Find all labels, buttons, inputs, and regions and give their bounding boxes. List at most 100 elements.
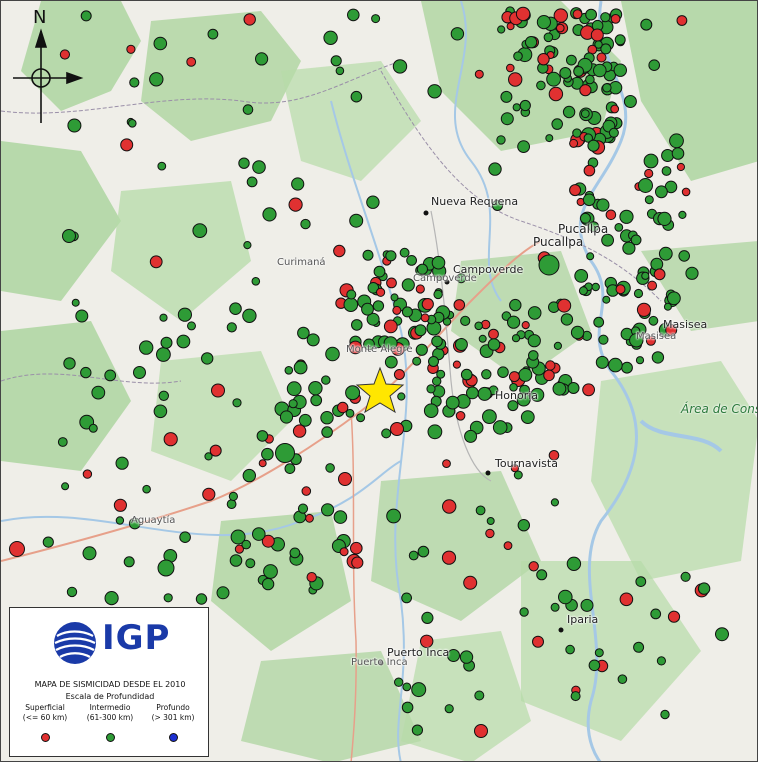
seismic-event-marker xyxy=(619,592,634,607)
seismic-event-marker xyxy=(557,298,572,313)
seismic-event-marker xyxy=(279,410,294,424)
seismic-event-marker xyxy=(460,368,473,381)
seismic-event-marker xyxy=(123,556,135,568)
seismic-event-marker xyxy=(349,213,364,228)
seismic-event-marker xyxy=(401,592,413,604)
seismic-event-marker xyxy=(301,486,312,496)
seismic-event-marker xyxy=(82,469,93,479)
seismic-event-marker xyxy=(594,40,603,49)
seismic-event-marker xyxy=(558,589,573,605)
seismic-event-marker xyxy=(474,690,485,701)
seismic-event-marker xyxy=(602,83,612,93)
seismic-event-marker xyxy=(578,286,588,296)
seismic-event-marker xyxy=(586,252,595,261)
seismic-event-marker xyxy=(635,356,645,365)
seismic-event-marker xyxy=(643,153,659,169)
seismic-event-marker xyxy=(521,321,530,330)
seismic-event-marker xyxy=(492,420,508,435)
seismic-event-marker xyxy=(289,547,301,559)
seismic-event-marker xyxy=(497,25,506,34)
seismic-event-marker xyxy=(392,305,402,315)
legend-title: MAPA DE SISMICIDAD DESDE EL 2010 xyxy=(34,680,186,689)
seismic-event-marker xyxy=(372,300,385,312)
protected-area-label: Área de Conservación Regional Imiría xyxy=(681,402,757,416)
seismic-event-marker xyxy=(633,288,644,299)
seismic-event-marker xyxy=(241,539,251,550)
seismic-event-marker xyxy=(617,674,628,685)
seismic-event-marker xyxy=(655,185,668,199)
seismic-event-marker xyxy=(153,404,168,419)
seismic-event-marker xyxy=(676,162,686,172)
seismic-event-marker xyxy=(583,164,596,177)
seismic-event-marker xyxy=(142,484,151,494)
seismic-event-marker xyxy=(209,444,222,457)
seismic-event-marker xyxy=(452,360,461,369)
seismic-event-marker xyxy=(386,508,402,524)
seismic-event-marker xyxy=(486,517,495,525)
seismic-event-marker xyxy=(678,250,691,262)
seismic-event-marker xyxy=(195,593,208,605)
seismic-event-marker xyxy=(242,308,257,323)
globe-icon xyxy=(54,622,96,664)
legend-range: (<= 60 km) xyxy=(22,713,68,722)
seismic-event-marker xyxy=(715,627,729,642)
seismic-event-marker xyxy=(288,197,303,212)
seismic-event-marker xyxy=(308,381,323,396)
seismic-event-marker xyxy=(593,63,607,78)
seismic-event-marker xyxy=(202,487,216,501)
seismic-event-marker xyxy=(226,322,237,333)
seismic-event-marker xyxy=(428,356,439,367)
seismic-event-marker xyxy=(635,576,647,587)
legend-label: Intermedio xyxy=(89,703,131,712)
seismic-event-marker xyxy=(513,51,523,62)
seismic-event-marker xyxy=(595,355,609,369)
seismic-event-marker xyxy=(520,410,535,425)
seismic-event-marker xyxy=(598,334,609,345)
seismic-event-marker xyxy=(80,10,92,22)
seismic-event-marker xyxy=(464,429,478,443)
place-label: Aguaytía xyxy=(131,515,176,526)
seismic-event-marker xyxy=(441,550,457,565)
seismic-event-marker xyxy=(650,257,664,271)
seismic-event-marker xyxy=(251,277,261,286)
seismic-event-marker xyxy=(305,513,314,523)
seismic-event-marker xyxy=(562,105,576,119)
seismic-event-marker xyxy=(613,63,627,77)
seismic-event-marker xyxy=(517,140,530,154)
seismic-event-marker xyxy=(485,528,495,539)
seismic-event-marker xyxy=(585,74,595,85)
seismic-event-marker xyxy=(383,319,398,334)
seismic-event-marker xyxy=(447,649,460,662)
seismic-event-marker xyxy=(610,14,621,24)
seismic-event-marker xyxy=(321,503,335,517)
place-label: Monte Alegre xyxy=(346,344,413,355)
legend-superficial: Superficial (<= 60 km) xyxy=(12,703,78,723)
seismic-event-marker xyxy=(605,209,617,221)
seismic-event-marker xyxy=(362,249,374,261)
seismic-event-marker xyxy=(527,334,541,348)
seismic-event-marker xyxy=(680,571,691,582)
seismic-event-marker xyxy=(126,44,136,54)
seismic-event-marker xyxy=(238,157,250,169)
legend-label: Profundo xyxy=(156,703,190,712)
seismic-event-marker xyxy=(553,341,563,350)
seismic-event-marker xyxy=(415,284,425,294)
seismic-event-marker xyxy=(601,233,614,247)
seismic-event-marker xyxy=(414,324,427,337)
seismic-event-marker xyxy=(243,241,252,250)
seismic-event-marker xyxy=(543,369,555,382)
seismic-event-marker xyxy=(423,403,439,419)
seismic-event-marker xyxy=(550,498,560,507)
seismic-event-marker xyxy=(671,147,685,160)
seismic-event-marker xyxy=(306,333,320,347)
seismic-event-marker xyxy=(251,527,266,541)
seismic-event-marker xyxy=(681,187,691,197)
seismic-event-marker xyxy=(580,598,594,612)
seismic-event-marker xyxy=(187,321,196,331)
seismic-event-marker xyxy=(347,8,360,22)
seismic-event-marker xyxy=(211,383,225,398)
north-label: N xyxy=(33,7,47,28)
seismic-event-marker xyxy=(546,71,561,87)
seismic-event-marker xyxy=(517,519,530,532)
seismic-event-marker xyxy=(411,682,427,698)
